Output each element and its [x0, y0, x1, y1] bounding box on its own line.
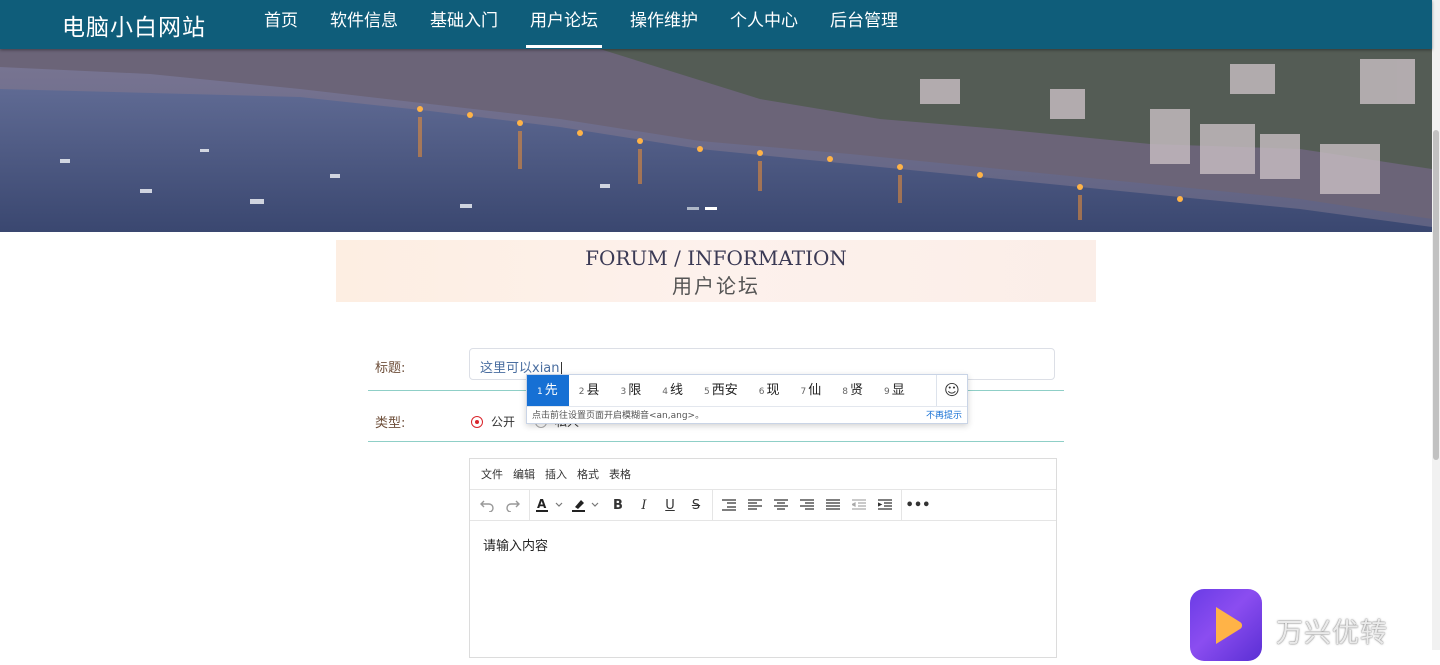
- banner-image: [0, 49, 1432, 232]
- page-scrollbar[interactable]: [1432, 0, 1440, 650]
- ime-candidate[interactable]: 2县: [569, 375, 611, 406]
- menu-table[interactable]: 表格: [609, 466, 631, 482]
- undo-icon[interactable]: [474, 492, 500, 518]
- watermark-play-icon: [1216, 607, 1243, 644]
- section-heading: FORUM / INFORMATION 用户论坛: [336, 240, 1096, 302]
- nav-item-admin[interactable]: 后台管理: [814, 0, 914, 49]
- outdent-icon[interactable]: [846, 492, 872, 518]
- align-right-icon[interactable]: [794, 492, 820, 518]
- align-justify-icon[interactable]: [820, 492, 846, 518]
- type-label: 类型:: [375, 416, 406, 431]
- editor-content[interactable]: 请输入内容: [470, 521, 1056, 568]
- ime-candidate-window: 1先 2县 3限 4线 5 西安 6现 7仙 8贤 9显 ☺ 点击前往设置页面开启…: [526, 374, 968, 424]
- section-title-en: FORUM / INFORMATION: [585, 246, 847, 270]
- form-divider: [368, 441, 1064, 442]
- ime-candidate[interactable]: 4线: [652, 375, 694, 406]
- ime-tip[interactable]: 点击前往设置页面开启模糊音<an,ang>。: [532, 408, 704, 421]
- toolbar-separator: [529, 490, 530, 520]
- carousel-indicators: [687, 207, 717, 210]
- ime-candidate[interactable]: 3限: [611, 375, 653, 406]
- text-color-icon[interactable]: A: [533, 492, 569, 518]
- bold-icon[interactable]: B: [605, 492, 631, 518]
- nav-item-software-info[interactable]: 软件信息: [314, 0, 414, 49]
- top-navbar: 电脑小白网站 首页 软件信息 基础入门 用户论坛 操作维护 个人中心 后台管理: [0, 0, 1432, 49]
- section-title-cn: 用户论坛: [672, 274, 760, 298]
- watermark-text: 万兴优转: [1276, 618, 1388, 649]
- align-left-icon[interactable]: [742, 492, 768, 518]
- ime-candidate[interactable]: 6现: [749, 375, 791, 406]
- menu-file[interactable]: 文件: [481, 466, 503, 482]
- nav-item-home[interactable]: 首页: [248, 0, 314, 49]
- scrollbar-thumb[interactable]: [1433, 130, 1439, 460]
- nav-item-user-center[interactable]: 个人中心: [714, 0, 814, 49]
- nav-item-maintenance[interactable]: 操作维护: [614, 0, 714, 49]
- site-title[interactable]: 电脑小白网站: [62, 8, 206, 42]
- toolbar-separator: [901, 490, 902, 520]
- menu-insert[interactable]: 插入: [545, 466, 567, 482]
- strikethrough-icon[interactable]: S: [683, 492, 709, 518]
- menu-edit[interactable]: 编辑: [513, 466, 535, 482]
- indent-icon[interactable]: [872, 492, 898, 518]
- redo-icon[interactable]: [500, 492, 526, 518]
- align-center-icon[interactable]: [768, 492, 794, 518]
- svg-text:A: A: [537, 497, 547, 511]
- ime-candidate[interactable]: 8贤: [832, 375, 874, 406]
- more-icon[interactable]: •••: [905, 492, 931, 518]
- emoji-icon[interactable]: ☺: [936, 375, 967, 406]
- radio-public-circle[interactable]: [471, 415, 483, 428]
- nav-item-basics[interactable]: 基础入门: [414, 0, 514, 49]
- menu-format[interactable]: 格式: [577, 466, 599, 482]
- carousel-indicator-2[interactable]: [705, 207, 717, 210]
- radio-public-label: 公开: [491, 415, 516, 429]
- toolbar-separator: [712, 490, 713, 520]
- carousel-indicator-1[interactable]: [687, 207, 699, 210]
- editor-menubar: 文件 编辑 插入 格式 表格: [470, 459, 1056, 490]
- nav-item-forum[interactable]: 用户论坛: [514, 0, 614, 49]
- banner-carousel[interactable]: [0, 49, 1432, 232]
- ime-candidate[interactable]: 7仙: [791, 375, 833, 406]
- title-label: 标题:: [375, 361, 406, 376]
- watermark-logo: [1190, 589, 1262, 661]
- radio-public[interactable]: 公开: [471, 413, 515, 430]
- main-nav: 首页 软件信息 基础入门 用户论坛 操作维护 个人中心 后台管理: [248, 0, 914, 49]
- italic-icon[interactable]: I: [631, 492, 657, 518]
- underline-icon[interactable]: U: [657, 492, 683, 518]
- editor-toolbar: A B I U S •••: [470, 490, 1056, 521]
- ime-candidate[interactable]: 9显: [874, 375, 916, 406]
- rich-text-editor: 文件 编辑 插入 格式 表格 A B I U S ••• 请输入内容: [469, 458, 1057, 658]
- ime-candidate[interactable]: 1先: [527, 375, 569, 406]
- ime-candidate[interactable]: 5 西安: [694, 375, 749, 406]
- line-height-icon[interactable]: [716, 492, 742, 518]
- ime-dismiss-link[interactable]: 不再提示: [926, 408, 962, 421]
- ime-candidate-list: 1先 2县 3限 4线 5 西安 6现 7仙 8贤 9显 ☺: [527, 375, 967, 407]
- highlight-color-icon[interactable]: [569, 492, 605, 518]
